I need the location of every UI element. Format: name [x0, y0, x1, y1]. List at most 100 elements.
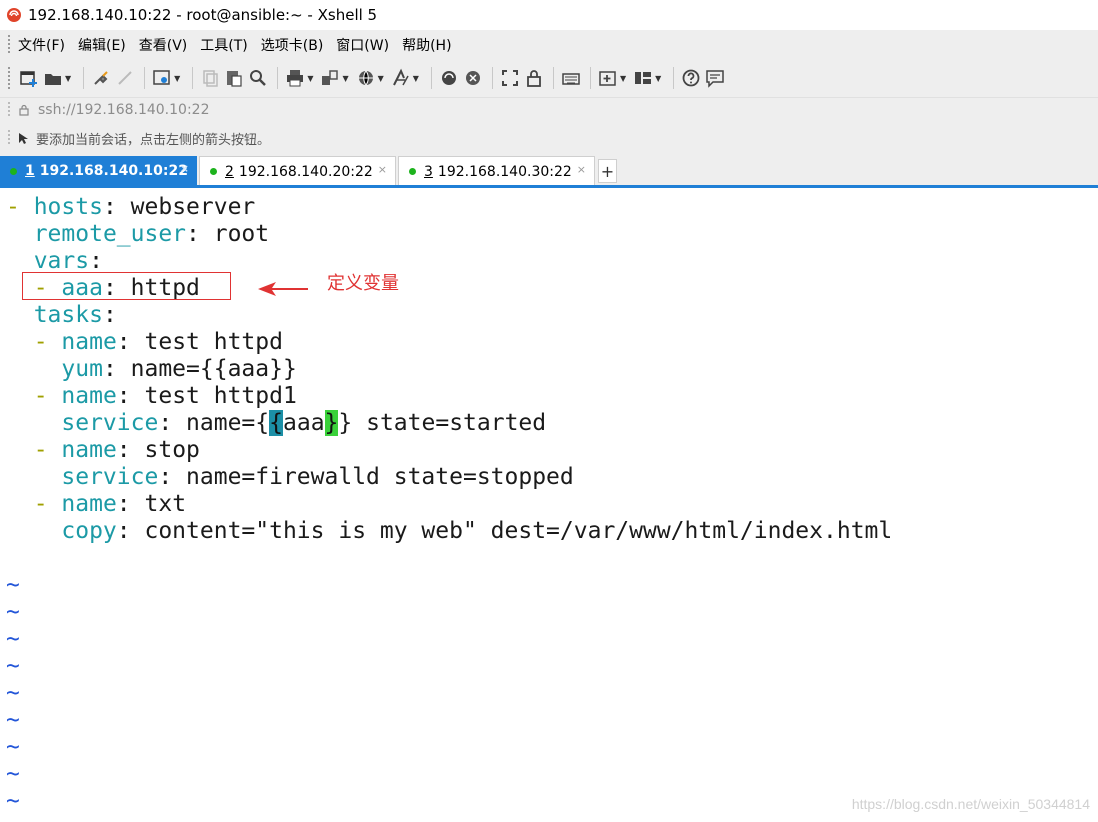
keyboard-icon[interactable] — [560, 67, 582, 89]
tab-close-icon[interactable]: × — [378, 163, 387, 176]
menu-grip[interactable] — [8, 34, 10, 55]
title-bar: 192.168.140.10:22 - root@ansible:~ - Xsh… — [0, 0, 1098, 30]
toolbar-separator — [277, 67, 279, 89]
globe-dropdown-icon[interactable]: ▼ — [378, 74, 384, 83]
menu-window[interactable]: 窗口(W) — [336, 35, 389, 55]
terminal-line: remote_user: root — [33, 221, 270, 247]
new-session-icon[interactable] — [18, 67, 40, 89]
connect-icon[interactable] — [90, 67, 112, 89]
vim-empty-line: ~ — [6, 707, 20, 733]
tab-close-icon[interactable]: × — [180, 162, 189, 175]
xshell-logo-icon — [7, 8, 21, 22]
address-bar[interactable]: ssh://192.168.140.10:22 — [0, 97, 1098, 122]
xshell-icon[interactable] — [462, 67, 484, 89]
annotation-label: 定义变量 — [327, 273, 399, 294]
tab-close-icon[interactable]: × — [577, 163, 586, 176]
vim-empty-line: ~ — [6, 599, 20, 625]
menu-view[interactable]: 查看(V) — [139, 35, 188, 55]
terminal-line: - name: stop — [33, 437, 200, 463]
terminal-line: vars: — [33, 248, 103, 274]
open-dropdown-icon[interactable]: ▼ — [65, 74, 71, 83]
hint-bar: 要添加当前会话，点击左侧的箭头按钮。 — [0, 122, 1098, 154]
toolbar-separator — [144, 67, 146, 89]
properties-dropdown-icon[interactable]: ▼ — [174, 74, 180, 83]
menu-help[interactable]: 帮助(H) — [402, 35, 451, 55]
font-icon[interactable] — [390, 67, 412, 89]
menu-bar: 文件(F) 编辑(E) 查看(V) 工具(T) 选项卡(B) 窗口(W) 帮助(… — [0, 30, 1098, 59]
matched-brace-open: { — [269, 410, 283, 436]
toolbar-separator — [491, 67, 493, 89]
window-title: 192.168.140.10:22 - root@ansible:~ - Xsh… — [28, 6, 378, 24]
tab-number: 3 — [424, 163, 433, 180]
properties-icon[interactable] — [151, 67, 173, 89]
terminal-line: - hosts: webserver — [6, 194, 256, 220]
tab-session-2[interactable]: 2 192.168.140.20:22 × — [199, 156, 396, 186]
transfer-icon[interactable] — [319, 67, 341, 89]
find-icon[interactable] — [247, 67, 269, 89]
menu-edit[interactable]: 编辑(E) — [78, 35, 126, 55]
xftp-icon[interactable] — [438, 67, 460, 89]
annotation-highlight-box — [22, 272, 231, 300]
transfer-dropdown-icon[interactable]: ▼ — [342, 74, 348, 83]
vim-empty-line: ~ — [6, 788, 20, 814]
vim-empty-line: ~ — [6, 761, 20, 787]
tab-label: 192.168.140.30:22 — [437, 163, 572, 180]
terminal-line: tasks: — [33, 302, 117, 328]
address-grip — [8, 102, 10, 118]
print-icon[interactable] — [284, 67, 306, 89]
menu-file[interactable]: 文件(F) — [18, 35, 65, 55]
layout-dropdown-icon[interactable]: ▼ — [655, 74, 661, 83]
font-dropdown-icon[interactable]: ▼ — [413, 74, 419, 83]
tab-session-1[interactable]: 1 192.168.140.10:22 × — [0, 156, 197, 186]
terminal-line: service: name=firewalld state=stopped — [61, 464, 574, 490]
toolbar: ▼ ▼ ▼ ▼ ▼ ▼ ▼ ▼ — [0, 59, 1098, 97]
tab-number: 1 — [25, 163, 35, 179]
paste-icon[interactable] — [223, 67, 245, 89]
chat-icon[interactable] — [704, 67, 726, 89]
fullscreen-icon[interactable] — [499, 67, 521, 89]
new-tab-button[interactable]: + — [598, 159, 617, 183]
globe-icon[interactable] — [355, 67, 377, 89]
layout-icon[interactable] — [632, 67, 654, 89]
lock-icon[interactable] — [523, 67, 545, 89]
vim-empty-line: ~ — [6, 572, 20, 598]
watermark: https://blog.csdn.net/weixin_50344814 — [851, 796, 1090, 812]
terminal-line: - name: test httpd — [33, 329, 283, 355]
vim-empty-line: ~ — [6, 626, 20, 652]
add-tab-dropdown-icon[interactable]: ▼ — [620, 74, 626, 83]
tab-number: 2 — [225, 163, 234, 180]
arrow-icon[interactable] — [16, 131, 30, 145]
address-value[interactable]: ssh://192.168.140.10:22 — [38, 102, 209, 118]
terminal-line: service: name={{aaa}} state=started — [61, 410, 547, 436]
disconnect-icon[interactable] — [114, 67, 136, 89]
tab-strip: 1 192.168.140.10:22 × 2 192.168.140.20:2… — [0, 154, 1098, 186]
help-icon[interactable] — [680, 67, 702, 89]
hint-text: 要添加当前会话，点击左侧的箭头按钮。 — [36, 132, 271, 148]
vim-empty-line: ~ — [6, 653, 20, 679]
open-folder-icon[interactable] — [42, 67, 64, 89]
hint-grip — [8, 130, 10, 146]
tab-label: 192.168.140.20:22 — [238, 163, 373, 180]
terminal-line: - name: txt — [33, 491, 187, 517]
vim-empty-line: ~ — [6, 680, 20, 706]
terminal-line: copy: content="this is my web" dest=/var… — [61, 518, 893, 544]
status-dot — [10, 167, 17, 175]
annotation-arrow-icon — [258, 282, 308, 296]
status-dot — [409, 168, 416, 175]
toolbar-separator — [589, 67, 591, 89]
vim-empty-line: ~ — [6, 734, 20, 760]
copy-icon[interactable] — [199, 67, 221, 89]
status-dot — [210, 168, 217, 175]
tab-session-3[interactable]: 3 192.168.140.30:22 × — [398, 156, 595, 186]
terminal-line: - name: test httpd1 — [33, 383, 297, 409]
toolbar-separator — [192, 67, 194, 89]
print-dropdown-icon[interactable]: ▼ — [307, 74, 313, 83]
toolbar-separator — [83, 67, 85, 89]
add-tab-icon[interactable] — [597, 67, 619, 89]
tab-label: 192.168.140.10:22 — [39, 163, 188, 179]
menu-tools[interactable]: 工具(T) — [200, 35, 247, 55]
toolbar-grip[interactable] — [8, 67, 10, 89]
menu-tabs[interactable]: 选项卡(B) — [261, 35, 324, 55]
toolbar-separator — [430, 67, 432, 89]
lock-icon — [19, 104, 29, 116]
